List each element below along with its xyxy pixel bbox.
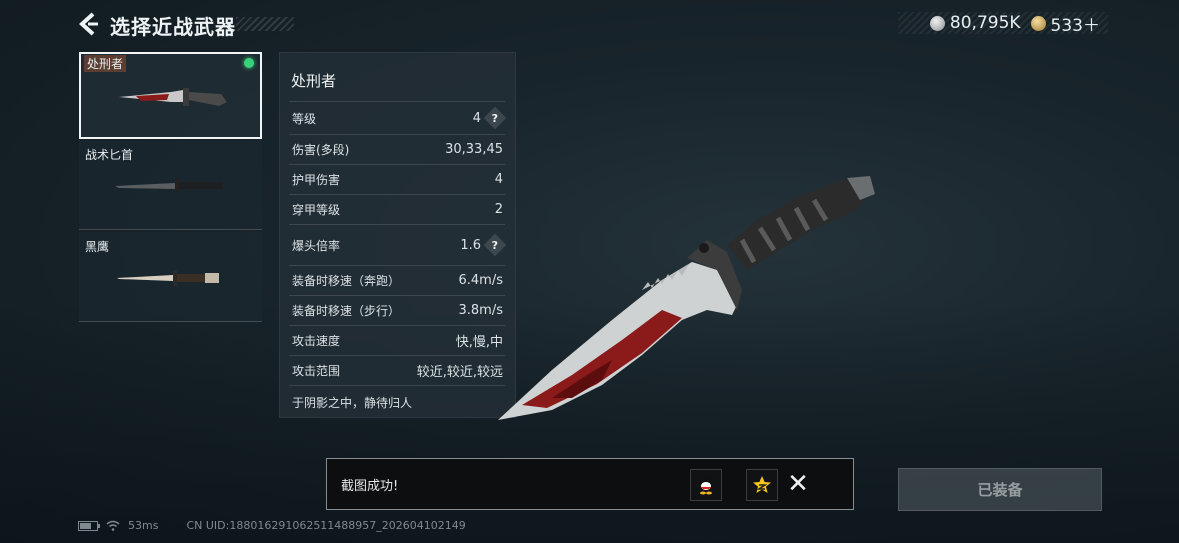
status-footer: 53ms CN UID:1880162910625114889​57_20260… [78,519,466,532]
battery-icon [78,520,100,531]
stat-label: 装备时移速（步行） [292,304,401,318]
stat-label: 护甲伤害 [292,173,341,187]
title-decoration [236,17,294,31]
weapon-item-black-hawk[interactable]: 黑鹰 [79,232,262,322]
executioner-knife-thumbnail [119,88,227,106]
gold-coin-icon [1030,15,1046,31]
weapon-name: 处刑者 [84,55,127,72]
stat-label: 攻击范围 [292,364,341,378]
close-icon[interactable]: ✕ [786,469,810,499]
wifi-icon [106,520,120,531]
equipped-button[interactable]: 已装备 [898,468,1102,511]
qq-icon [700,476,712,495]
silver-amount: 80,795K [949,13,1021,33]
stat-row-headshot: 爆头倍率 1.6 ? [289,224,507,265]
stat-label: 装备时移速（奔跑） [292,274,401,288]
equip-button-label: 已装备 [977,481,1023,499]
weapon-item-executioner[interactable]: 处刑者 [79,52,262,139]
stat-label: 穿甲等级 [292,203,341,217]
stat-value: 1.6 [460,237,481,253]
share-qzone-button[interactable] [746,469,778,501]
stat-value: 4 [472,110,481,126]
currency-bar: 80,795K 533＋ [898,11,1108,36]
gold-amount: 533＋ [1050,15,1100,36]
tactical-dagger-thumbnail [115,179,223,193]
weapon-description: 于阴影之中，静待归人 [289,385,505,419]
stat-row-attack-speed: 攻击速度 快,慢,中 [289,325,505,355]
stat-row-walk-speed: 装备时移速（步行） 3.8m/s [289,295,505,325]
stat-label: 攻击速度 [292,334,341,348]
share-qq-button[interactable] [690,469,722,501]
stat-row-run-speed: 装备时移速（奔跑） 6.4m/s [289,265,505,295]
stat-label: 等级 [292,111,317,126]
page-title: 选择近战武器 [110,15,236,39]
user-uid: CN UID:1880162910625114889​57_2026041021… [186,519,466,532]
equipped-indicator [244,58,254,68]
silver-currency[interactable]: 80,795K [929,13,1021,33]
stat-row-attack-range: 攻击范围 较近,较近,较远 [289,355,505,385]
screenshot-toast: 截图成功! [326,458,854,510]
chevron-left-icon [79,12,98,36]
toast-message: 截图成功! [341,479,399,494]
back-button[interactable] [76,11,102,37]
gold-currency[interactable]: 533＋ [1030,11,1100,36]
stats-weapon-name: 处刑者 [291,72,337,90]
stat-row-damage: 伤害(多段) 30,33,45 [289,134,505,164]
stat-row-armor-damage: 护甲伤害 4 [289,164,505,194]
executioner-knife-render [498,176,875,420]
weapon-stats-panel: 处刑者 等级 4 ? 伤害(多段) 30,33,45 护甲伤害 4 穿甲等级 2… [279,52,516,418]
weapon-name: 战术匕首 [85,148,134,162]
stat-label: 爆头倍率 [292,238,341,253]
stat-value: 30,33,45 [445,142,503,157]
stat-label: 伤害(多段) [292,143,350,157]
stat-row-penetration: 穿甲等级 2 [289,194,505,224]
black-hawk-thumbnail [117,270,219,286]
qzone-star-icon [753,476,771,493]
weapon-item-tactical-dagger[interactable]: 战术匕首 [79,140,262,230]
silver-coin-icon [929,15,945,31]
weapon-name: 黑鹰 [85,240,110,254]
stat-row-level: 等级 4 ? [289,101,507,134]
ping-value: 53ms [128,519,159,532]
stat-value: 较近,较近,较远 [416,365,503,380]
help-icon[interactable]: ? [483,106,507,130]
